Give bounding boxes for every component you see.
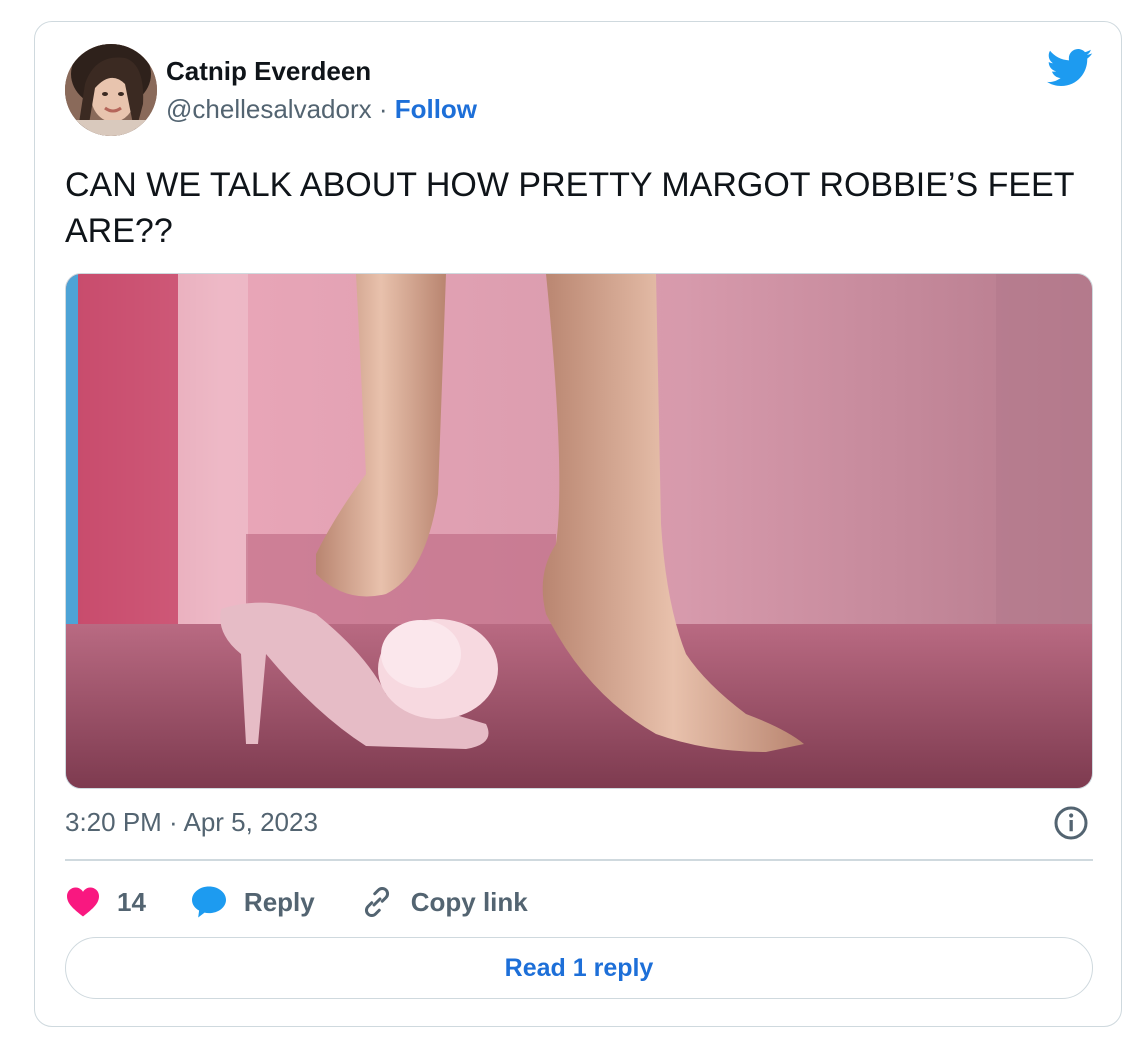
avatar[interactable]: [65, 44, 157, 136]
tweet-timestamp[interactable]: 3:20 PM · Apr 5, 2023: [65, 807, 318, 838]
read-replies-button[interactable]: Read 1 reply: [65, 937, 1093, 999]
divider: [65, 859, 1093, 861]
author-display-name[interactable]: Catnip Everdeen: [166, 56, 371, 87]
heart-icon: [67, 887, 99, 917]
like-count: 14: [117, 886, 146, 917]
tweet-text: CAN WE TALK ABOUT HOW PRETTY MARGOT ROBB…: [65, 166, 1074, 250]
twitter-bird-icon[interactable]: [1047, 48, 1093, 88]
reply-button[interactable]: Reply: [190, 885, 315, 919]
handle-separator: ·: [371, 94, 395, 124]
like-button[interactable]: 14: [65, 886, 146, 918]
reply-label: Reply: [243, 886, 315, 917]
author-handle[interactable]: @chellesalvadorx: [166, 94, 372, 124]
author-handle-row: @chellesalvadorx · Follow: [166, 94, 477, 125]
follow-button[interactable]: Follow: [395, 94, 477, 124]
copy-link-button[interactable]: Copy link: [359, 884, 528, 920]
tweet-media-image[interactable]: [65, 273, 1093, 789]
copy-link-label: Copy link: [410, 886, 528, 917]
tweet-embed-card: Catnip Everdeen @chellesalvadorx · Follo…: [34, 21, 1122, 1027]
media-photo: [66, 274, 1092, 788]
link-icon: [364, 886, 389, 918]
action-bar: 14 Reply Copy link: [65, 882, 572, 922]
speech-bubble-icon: [191, 886, 226, 918]
avatar-photo: [65, 44, 157, 136]
info-icon[interactable]: [1053, 805, 1089, 841]
